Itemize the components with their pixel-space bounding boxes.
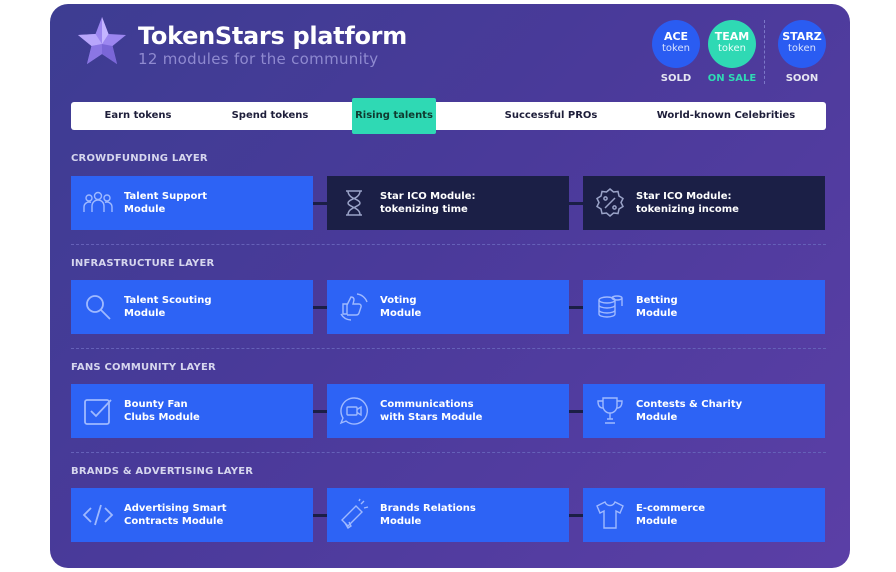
token-sub: token [788,43,816,54]
token-name: TEAM [714,30,750,43]
module-advertising-smart-contracts[interactable]: Advertising Smart Contracts Module [71,488,313,542]
tab-earn-tokens[interactable]: Earn tokens [71,102,205,130]
layer-separator [71,244,826,245]
module-label: E-commerce Module [636,503,706,527]
trophy-icon [597,397,623,424]
module-star-ico-income[interactable]: Star ICO Module: tokenizing income [583,176,825,230]
module-label: Communications with Stars Module [380,399,483,423]
module-talent-support[interactable]: Talent Support Module [71,176,313,230]
module-betting[interactable]: Betting Module [583,280,825,334]
layer-title: CROWDFUNDING LAYER [71,153,208,164]
coin-stack-icon [598,295,623,318]
token-name: STARZ [782,30,822,43]
token-status: SOLD [660,73,692,84]
module-label: Star ICO Module: tokenizing time [380,191,476,215]
token-status: SOON [785,73,819,84]
code-icon [82,504,114,526]
module-communications[interactable]: Communications with Stars Module [327,384,569,438]
module-label: Talent Support Module [124,191,208,215]
token-divider [764,20,765,84]
checkbox-icon [84,399,112,425]
platform-panel: TokenStars platform 12 modules for the c… [50,4,850,568]
module-label: Brands Relations Module [380,503,476,527]
module-talent-scouting[interactable]: Talent Scouting Module [71,280,313,334]
thumbs-vote-icon [340,293,368,321]
ace-token-badge: ACE token [652,20,700,68]
starz-token-badge: STARZ token [778,20,826,68]
tab-rising-talents[interactable]: Rising talents [352,98,436,134]
module-bounty-fan-clubs[interactable]: Bounty Fan Clubs Module [71,384,313,438]
module-label: Talent Scouting Module [124,295,212,319]
module-brands-relations[interactable]: Brands Relations Module [327,488,569,542]
category-tabs: Earn tokens Spend tokens Rising talents … [71,98,826,134]
module-contests-charity[interactable]: Contests & Charity Module [583,384,825,438]
percent-icon [596,188,624,217]
module-label: Betting Module [636,295,678,319]
team-token-badge: TEAM token [708,20,756,68]
search-icon [86,295,111,320]
page-subtitle: 12 modules for the community [138,50,379,68]
module-connector [313,410,327,413]
module-connector [569,410,583,413]
module-label: Contests & Charity Module [636,399,743,423]
module-label: Star ICO Module: tokenizing income [636,191,739,215]
module-connector [313,514,327,517]
layer-title: FANS COMMUNITY LAYER [71,362,216,373]
module-voting[interactable]: Voting Module [327,280,569,334]
megaphone-icon [341,498,369,529]
layer-separator [71,452,826,453]
module-connector [313,306,327,309]
module-connector [569,306,583,309]
token-sub: token [662,43,690,54]
layer-title: BRANDS & ADVERTISING LAYER [71,466,254,477]
tab-world-known-celebrities[interactable]: World-known Celebrities [641,102,811,130]
page-title: TokenStars platform [138,22,407,50]
token-status: ON SALE [707,73,757,84]
token-sub: token [718,43,746,54]
module-star-ico-time[interactable]: Star ICO Module: tokenizing time [327,176,569,230]
layer-title: INFRASTRUCTURE LAYER [71,258,215,269]
module-label: Voting Module [380,295,422,319]
video-chat-icon [339,397,368,425]
module-label: Bounty Fan Clubs Module [124,399,200,423]
layer-separator [71,348,826,349]
people-group-icon [83,191,113,212]
hourglass-icon [346,190,362,216]
tab-successful-pros[interactable]: Successful PROs [471,102,631,130]
module-label: Advertising Smart Contracts Module [124,503,227,527]
module-e-commerce[interactable]: E-commerce Module [583,488,825,542]
tshirt-icon [596,501,624,529]
module-connector [569,514,583,517]
token-name: ACE [663,30,689,43]
module-connector [569,202,583,205]
star-logo-icon [78,17,126,64]
tab-spend-tokens[interactable]: Spend tokens [205,102,335,130]
module-connector [313,202,327,205]
